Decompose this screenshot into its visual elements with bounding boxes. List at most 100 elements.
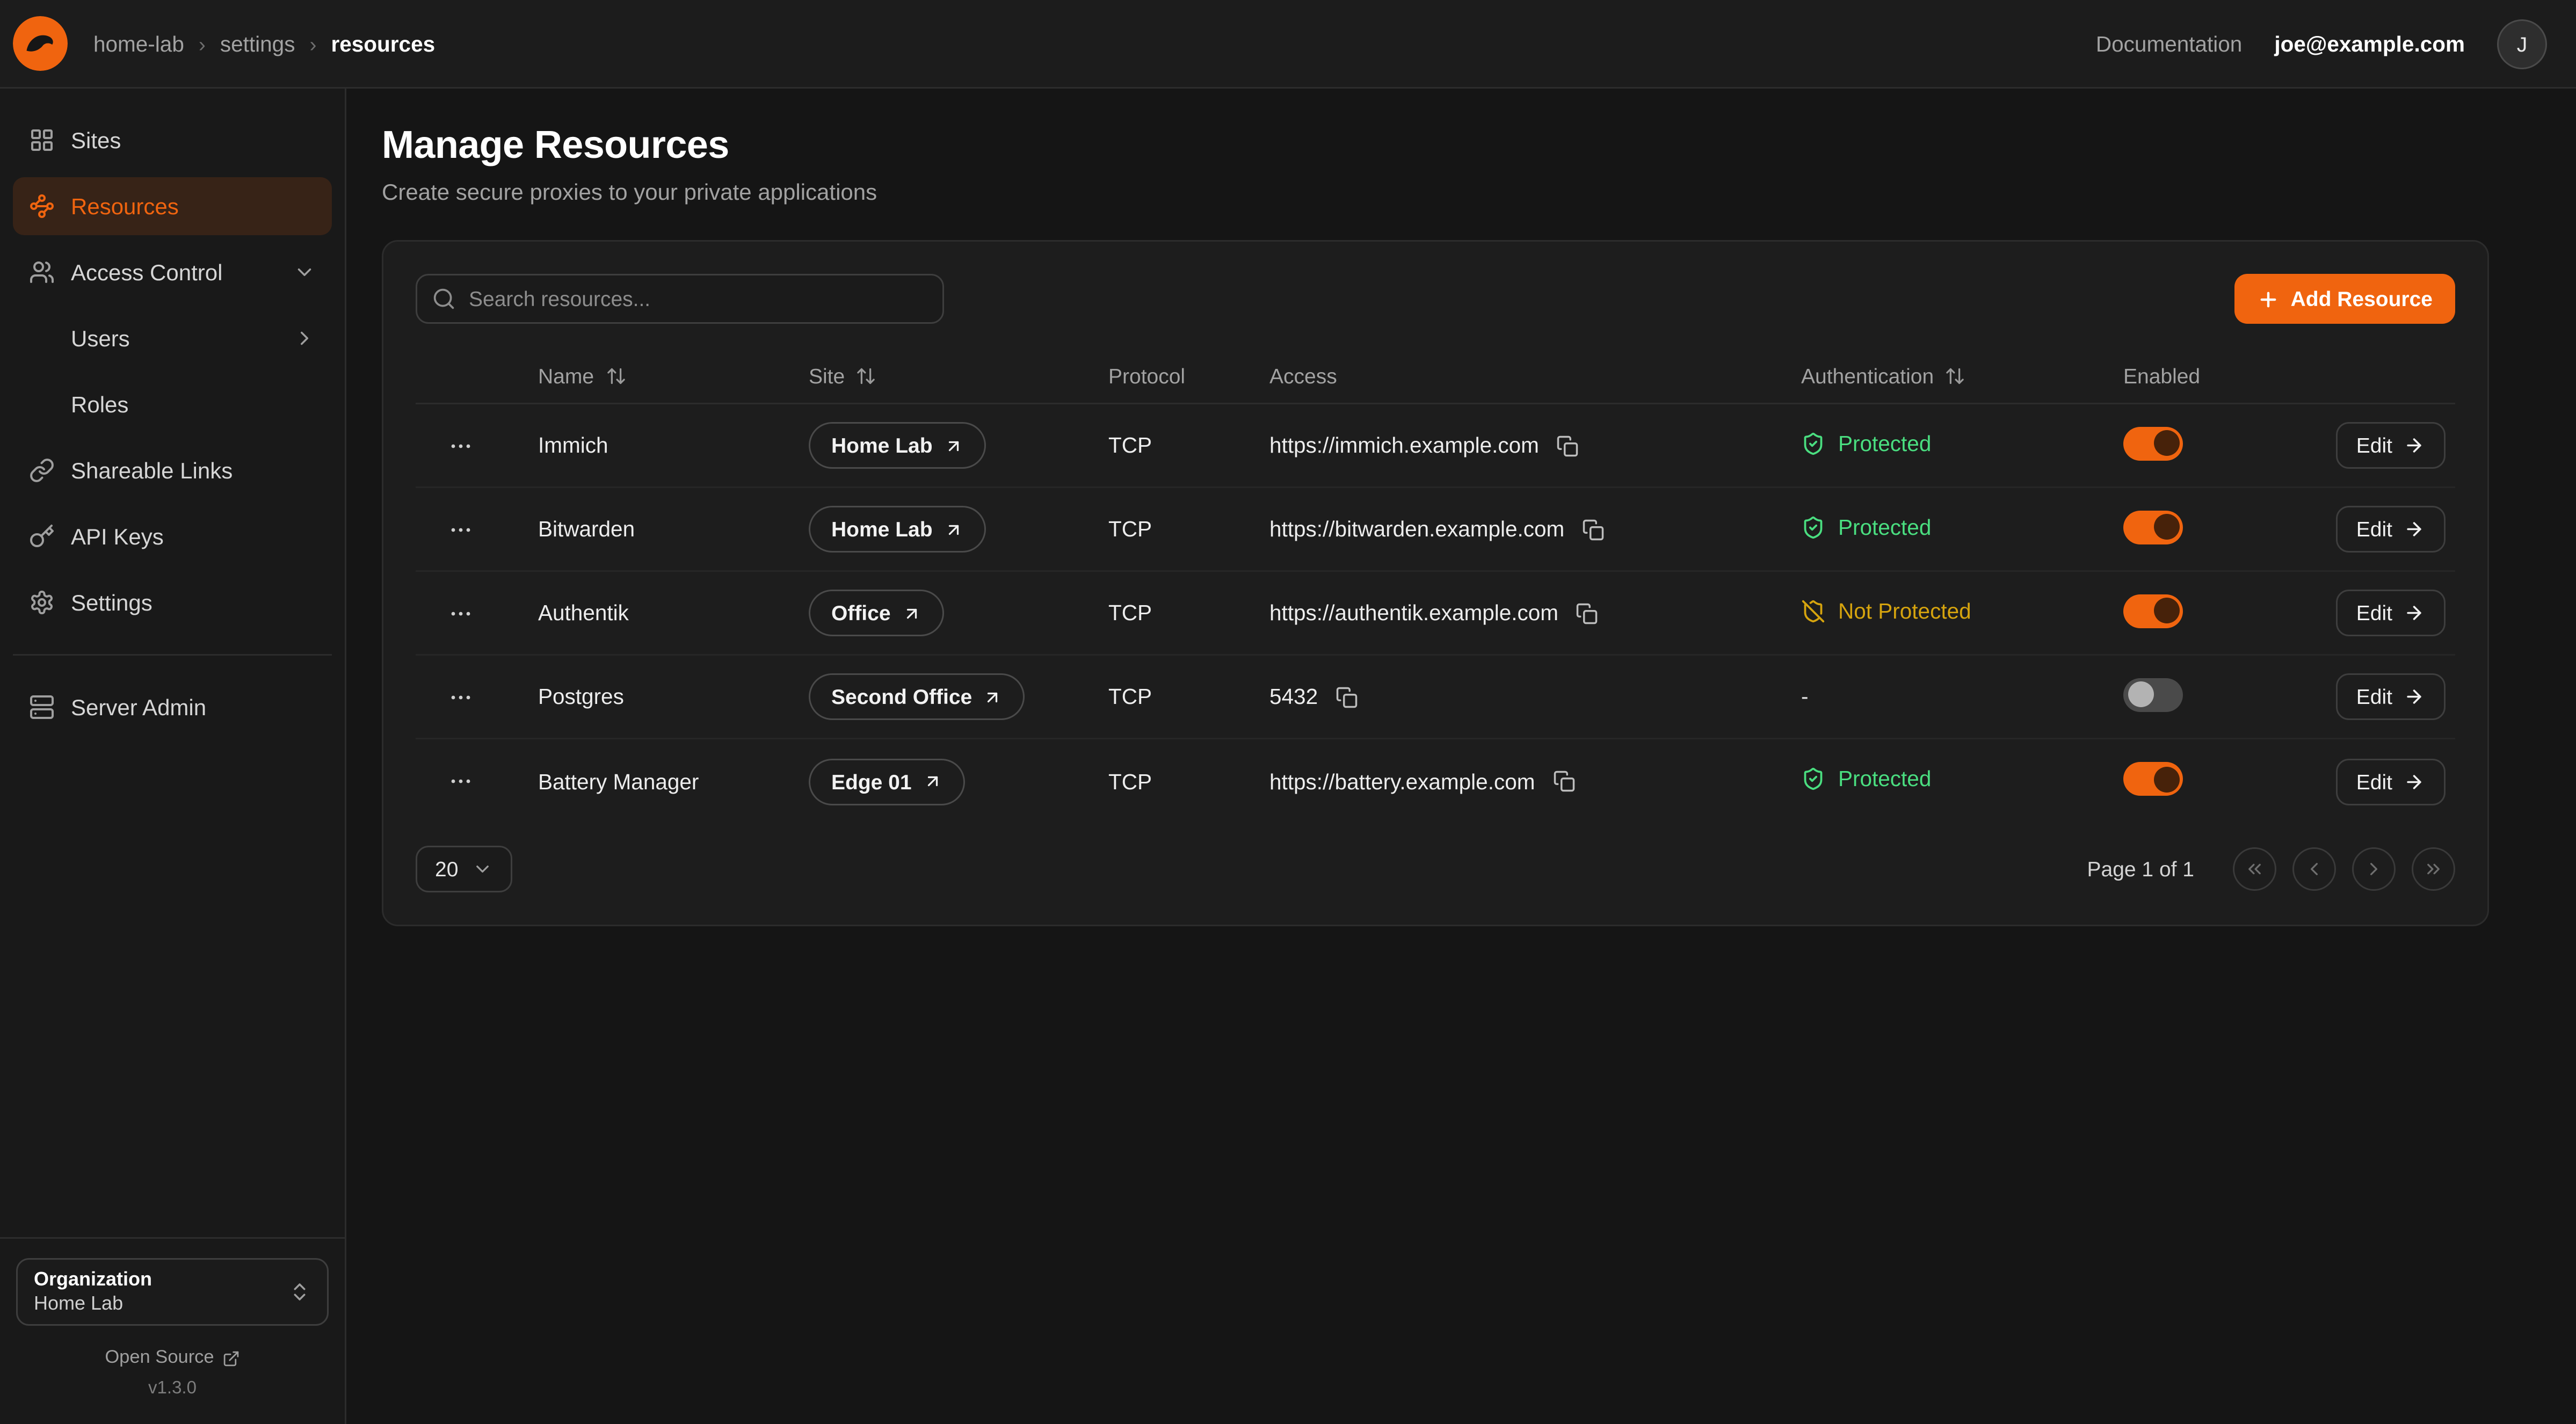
sidebar-divider — [13, 654, 332, 656]
sidebar-item-access-control[interactable]: Access Control — [13, 243, 332, 301]
card-footer: 20 Page 1 of 1 — [416, 846, 2455, 892]
sidebar-item-roles[interactable]: Roles — [13, 375, 332, 433]
edit-button[interactable]: Edit — [2335, 758, 2446, 805]
header-authentication[interactable]: Authentication — [1782, 364, 2104, 388]
search-wrap — [416, 274, 944, 324]
resource-access: 5432 — [1269, 685, 1318, 709]
open-source-link[interactable]: Open Source — [16, 1348, 329, 1368]
sidebar-item-label: Settings — [71, 590, 153, 615]
sidebar-item-shareable-links[interactable]: Shareable Links — [13, 441, 332, 499]
site-link[interactable]: Home Lab — [809, 422, 986, 469]
chevron-down-icon — [473, 859, 494, 880]
resource-access: https://immich.example.com — [1269, 433, 1539, 457]
auth-label: Not Protected — [1838, 599, 1971, 623]
auth-status: Protected — [1801, 431, 1931, 455]
copy-icon[interactable] — [1549, 767, 1578, 796]
resource-name: Battery Manager — [519, 769, 789, 794]
site-link[interactable]: Second Office — [809, 673, 1025, 720]
sidebar: Sites Resources Access Control Users Rol — [0, 89, 346, 1424]
sidebar-item-api-keys[interactable]: API Keys — [13, 507, 332, 565]
breadcrumb-separator: › — [309, 32, 316, 56]
search-input[interactable] — [416, 274, 944, 324]
app-logo-icon[interactable] — [13, 16, 68, 71]
row-actions-button[interactable] — [441, 594, 480, 633]
row-actions-button[interactable] — [441, 762, 480, 801]
auth-status: Protected — [1801, 515, 1931, 539]
copy-icon[interactable] — [1554, 431, 1583, 460]
sidebar-item-label: Sites — [71, 127, 121, 153]
resource-access: https://bitwarden.example.com — [1269, 517, 1564, 541]
site-name: Edge 01 — [831, 769, 912, 794]
enabled-toggle[interactable] — [2123, 426, 2183, 460]
sidebar-item-sites[interactable]: Sites — [13, 111, 332, 169]
sidebar-item-label: Access Control — [71, 259, 222, 285]
sidebar-item-server-admin[interactable]: Server Admin — [13, 678, 332, 736]
site-link[interactable]: Edge 01 — [809, 758, 965, 805]
enabled-toggle[interactable] — [2123, 762, 2183, 796]
enabled-toggle[interactable] — [2123, 510, 2183, 544]
toggle-knob — [2128, 681, 2153, 707]
table-row: Postgres Second Office TCP 5432 - — [416, 656, 2455, 739]
first-page-button[interactable] — [2233, 847, 2276, 891]
copy-icon[interactable] — [1579, 515, 1608, 544]
chevron-right-icon — [293, 327, 316, 350]
sidebar-item-users[interactable]: Users — [13, 309, 332, 367]
header-site[interactable]: Site — [789, 364, 1089, 388]
edit-button[interactable]: Edit — [2335, 590, 2446, 636]
breadcrumb-settings[interactable]: settings — [220, 32, 295, 56]
row-actions-button[interactable] — [441, 510, 480, 549]
organization-select[interactable]: Organization Home Lab — [16, 1258, 329, 1326]
organization-text: Organization Home Lab — [34, 1268, 288, 1316]
site-name: Second Office — [831, 685, 972, 709]
sidebar-item-label: API Keys — [71, 524, 164, 549]
open-source-label: Open Source — [105, 1348, 214, 1368]
toggle-knob — [2153, 430, 2179, 456]
previous-page-button[interactable] — [2292, 847, 2336, 891]
site-name: Office — [831, 601, 891, 625]
site-link[interactable]: Office — [809, 590, 944, 636]
toggle-knob — [2153, 514, 2179, 540]
edit-button[interactable]: Edit — [2335, 506, 2446, 553]
page-info: Page 1 of 1 — [2087, 857, 2195, 881]
resource-table-body: Immich Home Lab TCP https://immich.examp… — [416, 404, 2455, 823]
enabled-toggle[interactable] — [2123, 678, 2183, 711]
page-size-select[interactable]: 20 — [416, 846, 513, 892]
ellipsis-icon — [448, 768, 474, 794]
site-link[interactable]: Home Lab — [809, 506, 986, 553]
documentation-link[interactable]: Documentation — [2096, 32, 2242, 56]
arrow-right-icon — [2404, 602, 2425, 623]
copy-glyph — [1582, 518, 1605, 541]
sort-icon — [605, 366, 626, 387]
sidebar-item-resources[interactable]: Resources — [13, 177, 332, 235]
shield-off-icon — [1801, 599, 1825, 623]
header-name-label: Name — [538, 364, 594, 388]
app-window: home-lab › settings › resources Document… — [0, 0, 2576, 1424]
last-page-button[interactable] — [2412, 847, 2455, 891]
breadcrumb-home-lab[interactable]: home-lab — [93, 32, 184, 56]
arrow-up-right-icon — [983, 687, 1003, 707]
arrow-right-icon — [2404, 771, 2425, 792]
enabled-toggle[interactable] — [2123, 594, 2183, 628]
user-email-button[interactable]: joe@example.com — [2274, 32, 2465, 56]
copy-icon[interactable] — [1573, 599, 1602, 628]
row-actions-button[interactable] — [441, 426, 480, 465]
auth-status: Not Protected — [1801, 599, 1971, 623]
avatar[interactable]: J — [2497, 19, 2547, 69]
chevron-left-icon — [2304, 859, 2325, 880]
resource-protocol: TCP — [1089, 517, 1250, 541]
add-resource-button[interactable]: Add Resource — [2234, 274, 2455, 324]
row-actions-button[interactable] — [441, 678, 480, 716]
ellipsis-icon — [448, 517, 474, 542]
sort-icon — [856, 366, 877, 387]
edit-button[interactable]: Edit — [2335, 422, 2446, 469]
breadcrumb: home-lab › settings › resources — [93, 32, 435, 56]
copy-icon[interactable] — [1332, 682, 1361, 711]
auth-status: - — [1801, 685, 1809, 709]
auth-label: - — [1801, 685, 1809, 709]
sidebar-item-settings[interactable]: Settings — [13, 573, 332, 631]
edit-button[interactable]: Edit — [2335, 673, 2446, 720]
topbar-right: Documentation joe@example.com J — [2096, 19, 2547, 69]
header-name[interactable]: Name — [519, 364, 789, 388]
organization-name: Home Lab — [34, 1292, 288, 1316]
next-page-button[interactable] — [2352, 847, 2396, 891]
